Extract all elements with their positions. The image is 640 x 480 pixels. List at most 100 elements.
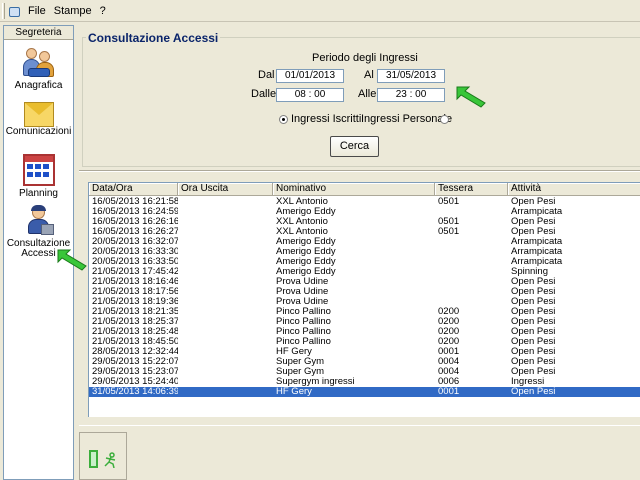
sidebar-item-label: Comunicazioni xyxy=(5,126,72,137)
sidebar-item-planning[interactable]: Planning xyxy=(4,154,73,199)
table-row[interactable]: 20/05/2013 16:32:07 Amerigo Eddy Arrampica… xyxy=(89,237,640,247)
radio-ingressi-iscritti-label[interactable]: Ingressi Iscritti xyxy=(291,113,361,125)
envelope-icon xyxy=(23,102,54,127)
table-row[interactable]: 21/05/2013 18:19:36 Prova Udine Open Pesi xyxy=(89,297,640,307)
cell-attivita: Open Pesi xyxy=(511,337,556,347)
cell-attivita: Arrampicata xyxy=(511,237,563,247)
cell-nominativo: Amerigo Eddy xyxy=(276,257,336,267)
radio-ingressi-personale[interactable] xyxy=(440,115,449,124)
exit-button[interactable] xyxy=(79,432,127,480)
cell-nominativo: HF Gery xyxy=(276,347,312,357)
menu-file[interactable]: File xyxy=(24,0,50,22)
table-row[interactable]: 20/05/2013 16:33:30 Amerigo Eddy Arrampica… xyxy=(89,247,640,257)
cell-ora-uscita xyxy=(178,297,273,307)
cell-data-ora: 21/05/2013 17:45:42 xyxy=(92,267,178,277)
cell-ora-uscita xyxy=(178,307,273,317)
cell-tessera: 0200 xyxy=(438,317,460,327)
column-header-attivita[interactable]: Attività xyxy=(508,183,640,196)
table-row[interactable]: 31/05/2013 14:06:39 HF Gery 0001 Open Pesi xyxy=(89,387,640,397)
period-label: Periodo degli Ingressi xyxy=(312,52,418,64)
cell-attivita: Open Pesi xyxy=(511,327,556,337)
cell-data-ora: 29/05/2013 15:23:07 xyxy=(92,367,178,377)
table-row[interactable]: 16/05/2013 16:21:58 XXL Antonio 0501 Open P… xyxy=(89,197,640,207)
cell-ora-uscita xyxy=(178,207,273,217)
table-row[interactable]: 21/05/2013 18:25:37 Pinco Pallino 0200 Open… xyxy=(89,317,640,327)
cell-nominativo: Pinco Pallino xyxy=(276,327,331,337)
cell-tessera: 0200 xyxy=(438,307,460,317)
cell-ora-uscita xyxy=(178,227,273,237)
column-header-tessera[interactable]: Tessera xyxy=(435,183,508,196)
cell-attivita: Open Pesi xyxy=(511,307,556,317)
table-row[interactable]: 21/05/2013 18:17:56 Prova Udine Open Pesi xyxy=(89,287,640,297)
cell-nominativo: Super Gym xyxy=(276,367,325,377)
table-row[interactable]: 21/05/2013 18:21:35 Pinco Pallino 0200 Open… xyxy=(89,307,640,317)
page-title: Consultazione Accessi xyxy=(86,31,221,45)
cell-nominativo: Pinco Pallino xyxy=(276,307,331,317)
cell-attivita: Open Pesi xyxy=(511,357,556,367)
table-row[interactable]: 20/05/2013 16:33:50 Amerigo Eddy Arrampica… xyxy=(89,257,640,267)
table-row[interactable]: 29/05/2013 15:22:07 Super Gym 0004 Open Pes… xyxy=(89,357,640,367)
sidebar-header[interactable]: Segreteria xyxy=(4,26,73,40)
cell-tessera: 0501 xyxy=(438,197,460,207)
cell-data-ora: 21/05/2013 18:25:48 xyxy=(92,327,178,337)
menu-stampe[interactable]: Stampe xyxy=(50,0,96,22)
dal-label: Dal xyxy=(258,69,275,81)
cell-tessera: 0006 xyxy=(438,377,460,387)
cell-tessera xyxy=(435,297,508,307)
dalle-time-field[interactable]: 08 : 00 xyxy=(276,88,344,102)
sidebar-item-label: Accessi xyxy=(21,248,56,259)
al-date-field[interactable]: 31/05/2013 xyxy=(377,69,445,83)
dalle-label: Dalle xyxy=(251,88,277,100)
table-row[interactable]: 28/05/2013 12:32:44 HF Gery 0001 Open Pesi xyxy=(89,347,640,357)
cell-nominativo: Amerigo Eddy xyxy=(276,247,336,257)
cell-tessera: 0200 xyxy=(438,337,460,347)
cell-ora-uscita xyxy=(178,347,273,357)
cell-data-ora: 29/05/2013 15:22:07 xyxy=(92,357,178,367)
cell-tessera xyxy=(435,247,508,257)
cell-nominativo: XXL Antonio xyxy=(276,197,328,207)
cell-data-ora: 16/05/2013 16:24:59 xyxy=(92,207,178,217)
alle-time-field[interactable]: 23 : 00 xyxy=(377,88,445,102)
exit-door-icon xyxy=(89,450,119,470)
cell-ora-uscita xyxy=(178,217,273,227)
table-row[interactable]: 21/05/2013 17:45:42 Amerigo Eddy Spinning xyxy=(89,267,640,277)
radio-ingressi-personale-label[interactable]: Ingressi Personale xyxy=(361,113,452,125)
cell-data-ora: 21/05/2013 18:19:36 xyxy=(92,297,178,307)
cell-data-ora: 21/05/2013 18:17:56 xyxy=(92,287,178,297)
cell-nominativo: XXL Antonio xyxy=(276,227,328,237)
column-header-data-ora[interactable]: Data/Ora xyxy=(89,183,178,196)
cell-nominativo: Amerigo Eddy xyxy=(276,267,336,277)
column-header-nominativo[interactable]: Nominativo xyxy=(273,183,435,196)
table-row[interactable]: 21/05/2013 18:25:48 Pinco Pallino 0200 Open… xyxy=(89,327,640,337)
cell-ora-uscita xyxy=(178,197,273,207)
cell-ora-uscita xyxy=(178,327,273,337)
table-row[interactable]: 16/05/2013 16:24:59 Amerigo Eddy Arrampica… xyxy=(89,207,640,217)
app-icon[interactable] xyxy=(8,5,20,17)
column-header-ora-uscita[interactable]: Ora Uscita xyxy=(178,183,273,196)
table-row[interactable]: 16/05/2013 16:26:16 XXL Antonio 0501 Open P… xyxy=(89,217,640,227)
panel-divider xyxy=(79,170,640,172)
cell-data-ora: 20/05/2013 16:33:50 xyxy=(92,257,178,267)
cell-nominativo: Supergym ingressi xyxy=(276,377,355,387)
access-log-table[interactable]: Data/Ora Ora Uscita Nominativo Tessera A… xyxy=(88,182,640,417)
table-row[interactable]: 21/05/2013 18:16:46 Prova Udine Open Pesi xyxy=(89,277,640,287)
cell-attivita: Open Pesi xyxy=(511,277,556,287)
table-row[interactable]: 29/05/2013 15:23:07 Super Gym 0004 Open Pes… xyxy=(89,367,640,377)
table-row[interactable]: 29/05/2013 15:24:40 Supergym ingressi 0006… xyxy=(89,377,640,387)
sidebar-item-anagrafica[interactable]: Anagrafica xyxy=(4,46,73,91)
sidebar-item-comunicazioni[interactable]: Comunicazioni xyxy=(4,99,73,137)
cell-data-ora: 21/05/2013 18:45:50 xyxy=(92,337,178,347)
cell-tessera xyxy=(435,287,508,297)
sidebar-item-label: Anagrafica xyxy=(14,80,63,91)
cell-ora-uscita xyxy=(178,337,273,347)
dal-date-field[interactable]: 01/01/2013 xyxy=(276,69,344,83)
menu-help[interactable]: ? xyxy=(96,0,110,22)
cell-data-ora: 16/05/2013 16:26:27 xyxy=(92,227,178,237)
table-row[interactable]: 16/05/2013 16:26:27 XXL Antonio 0501 Open P… xyxy=(89,227,640,237)
cell-tessera xyxy=(435,207,508,217)
search-button[interactable]: Cerca xyxy=(330,136,379,157)
radio-ingressi-iscritti[interactable] xyxy=(279,115,288,124)
cell-attivita: Spinning xyxy=(511,267,548,277)
table-row[interactable]: 21/05/2013 18:45:50 Pinco Pallino 0200 Open… xyxy=(89,337,640,347)
cell-ora-uscita xyxy=(178,247,273,257)
